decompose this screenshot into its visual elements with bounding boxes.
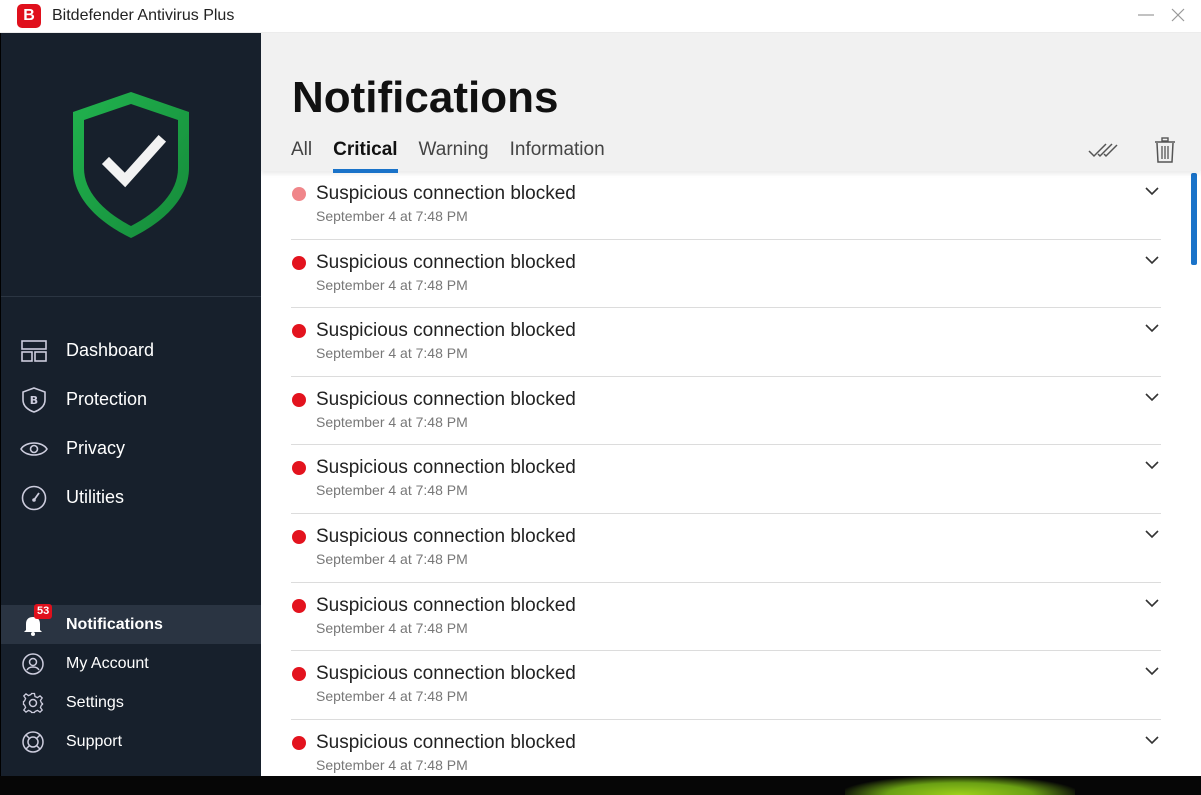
notification-title: Suspicious connection blocked <box>316 525 576 547</box>
notification-item[interactable]: Suspicious connection blocked September … <box>291 445 1161 514</box>
critical-dot-icon <box>292 735 306 750</box>
notification-title: Suspicious connection blocked <box>316 251 576 273</box>
eye-icon <box>20 435 48 463</box>
title-bar: B Bitdefender Antivirus Plus <box>0 0 1201 33</box>
secondary-navigation: 53 Notifications My Account Settings Sup… <box>1 603 261 761</box>
mark-all-read-button[interactable] <box>1087 135 1119 165</box>
double-check-icon <box>1088 143 1118 158</box>
nav-label: Notifications <box>66 615 163 633</box>
critical-dot-icon <box>292 324 306 339</box>
critical-dot-icon <box>292 392 306 407</box>
notification-title: Suspicious connection blocked <box>316 320 576 342</box>
chevron-down-icon[interactable] <box>1144 732 1160 748</box>
nav-label: Dashboard <box>66 340 155 360</box>
nav-protection[interactable]: B Protection <box>1 375 261 424</box>
notification-time: September 4 at 7:48 PM <box>316 688 468 705</box>
notification-item[interactable]: Suspicious connection blocked September … <box>291 514 1161 583</box>
notification-list: Suspicious connection blocked September … <box>291 171 1161 776</box>
tab-all[interactable]: All <box>291 139 312 170</box>
notification-tabs: All Critical Warning Information <box>291 139 626 173</box>
nav-label: Settings <box>66 693 124 711</box>
notification-time: September 4 at 7:48 PM <box>316 619 468 636</box>
notification-time: September 4 at 7:48 PM <box>316 276 468 293</box>
dashboard-icon <box>20 337 48 365</box>
nav-label: Utilities <box>66 487 125 507</box>
notification-item[interactable]: Suspicious connection blocked September … <box>291 720 1161 776</box>
notification-item[interactable]: Suspicious connection blocked September … <box>291 308 1161 377</box>
critical-dot-icon <box>292 598 306 613</box>
nav-notifications[interactable]: 53 Notifications <box>1 603 261 644</box>
lifebuoy-icon <box>21 730 45 754</box>
notification-time: September 4 at 7:48 PM <box>316 756 468 773</box>
notification-time: September 4 at 7:48 PM <box>316 413 468 430</box>
notification-item[interactable]: Suspicious connection blocked September … <box>291 651 1161 720</box>
critical-dot-icon <box>292 667 306 682</box>
chevron-down-icon[interactable] <box>1144 595 1160 611</box>
notification-item[interactable]: Suspicious connection blocked September … <box>291 583 1161 652</box>
notification-title: Suspicious connection blocked <box>316 388 576 410</box>
chevron-down-icon[interactable] <box>1144 457 1160 473</box>
notification-item[interactable]: Suspicious connection blocked September … <box>291 171 1161 240</box>
delete-all-button[interactable] <box>1149 135 1181 165</box>
shield-check-icon <box>73 92 189 238</box>
shield-b-icon: B <box>20 386 48 414</box>
gear-icon <box>21 691 45 715</box>
chevron-down-icon[interactable] <box>1144 320 1160 336</box>
critical-dot-icon <box>292 529 306 544</box>
nav-my-account[interactable]: My Account <box>1 644 261 683</box>
close-button[interactable] <box>1163 0 1193 30</box>
chevron-down-icon[interactable] <box>1144 183 1160 199</box>
nav-settings[interactable]: Settings <box>1 683 261 722</box>
gauge-icon <box>20 484 48 512</box>
user-icon <box>21 652 45 676</box>
notification-title: Suspicious connection blocked <box>316 183 576 204</box>
notification-time: September 4 at 7:48 PM <box>316 345 468 362</box>
chevron-down-icon[interactable] <box>1144 389 1160 405</box>
window-title: Bitdefender Antivirus Plus <box>52 7 235 24</box>
nav-label: Support <box>66 732 123 750</box>
scrollbar-thumb[interactable] <box>1191 173 1197 265</box>
notification-time: September 4 at 7:48 PM <box>316 550 468 567</box>
notifications-header: Notifications All Critical Warning Infor… <box>261 33 1201 173</box>
nav-dashboard[interactable]: Dashboard <box>1 326 261 375</box>
critical-dot-icon <box>292 461 306 476</box>
chevron-down-icon[interactable] <box>1144 526 1160 542</box>
desktop-wallpaper <box>0 776 1201 795</box>
nav-label: Protection <box>66 389 148 409</box>
tab-warning[interactable]: Warning <box>419 139 489 170</box>
critical-dot-icon <box>292 255 306 270</box>
svg-text:B: B <box>30 394 38 407</box>
minimize-button[interactable] <box>1131 0 1161 30</box>
bitdefender-logo-icon: B <box>17 4 41 28</box>
nav-privacy[interactable]: Privacy <box>1 424 261 473</box>
main-navigation: Dashboard B Protection Privacy Utilities <box>1 326 261 522</box>
notification-item[interactable]: Suspicious connection blocked September … <box>291 240 1161 309</box>
sidebar: Dashboard B Protection Privacy Utilities… <box>1 33 261 776</box>
notification-time: September 4 at 7:48 PM <box>316 482 468 499</box>
notification-time: September 4 at 7:48 PM <box>316 208 468 224</box>
protection-status-area <box>1 33 261 297</box>
chevron-down-icon[interactable] <box>1144 252 1160 268</box>
notification-title: Suspicious connection blocked <box>316 663 576 685</box>
notification-title: Suspicious connection blocked <box>316 731 576 753</box>
tab-critical[interactable]: Critical <box>333 139 398 173</box>
wallpaper-leaf <box>845 776 1075 795</box>
page-title: Notifications <box>292 73 559 122</box>
nav-label: Privacy <box>66 438 126 458</box>
notification-title: Suspicious connection blocked <box>316 457 576 479</box>
bell-icon: 53 <box>21 603 53 637</box>
notification-item[interactable]: Suspicious connection blocked September … <box>291 377 1161 446</box>
trash-icon <box>1155 137 1175 163</box>
nav-label: My Account <box>66 654 149 672</box>
nav-utilities[interactable]: Utilities <box>1 473 261 522</box>
notification-title: Suspicious connection blocked <box>316 594 576 616</box>
read-critical-dot-icon <box>292 187 306 201</box>
notification-count-badge: 53 <box>34 603 53 619</box>
chevron-down-icon[interactable] <box>1144 663 1160 679</box>
main-panel: Notifications All Critical Warning Infor… <box>261 33 1201 776</box>
nav-support[interactable]: Support <box>1 722 261 761</box>
tab-information[interactable]: Information <box>510 139 605 170</box>
